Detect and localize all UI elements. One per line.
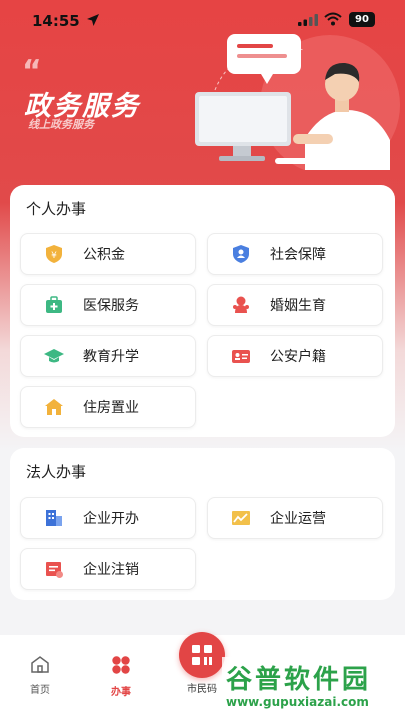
fund-shield-icon: ¥ <box>46 245 62 263</box>
trend-chart-icon <box>232 511 250 525</box>
service-label: 公积金 <box>83 247 125 263</box>
wifi-icon <box>324 12 342 26</box>
tab-affairs[interactable]: 办事 <box>91 655 151 698</box>
clover-grid-icon <box>112 656 130 674</box>
medical-kit-icon <box>46 296 62 313</box>
service-label: 企业开办 <box>83 511 139 527</box>
location-arrow-icon <box>87 14 99 26</box>
service-label: 社会保障 <box>270 247 326 263</box>
service-business-start[interactable]: 企业开办 <box>20 497 196 539</box>
service-medical-insurance[interactable]: 医保服务 <box>20 284 196 326</box>
service-housing[interactable]: 住房置业 <box>20 386 196 428</box>
quote-mark-icon: “ <box>22 54 42 89</box>
tab-home[interactable]: 首页 <box>10 655 70 696</box>
status-time: 14:55 <box>32 12 80 30</box>
service-social-security[interactable]: 社会保障 <box>207 233 383 275</box>
tab-label: 首页 <box>30 685 50 696</box>
service-education[interactable]: 教育升学 <box>20 335 196 377</box>
service-label: 企业注销 <box>83 562 139 578</box>
office-worker-illustration <box>195 34 400 170</box>
watermark-text: 谷普软件园 <box>226 665 372 695</box>
service-public-security[interactable]: 公安户籍 <box>207 335 383 377</box>
home-icon <box>31 656 49 673</box>
service-label: 公安户籍 <box>270 349 326 365</box>
service-label: 企业运营 <box>270 511 326 527</box>
baby-icon <box>233 296 249 313</box>
service-label: 婚姻生育 <box>270 298 326 314</box>
building-icon <box>46 510 62 526</box>
battery-indicator: 90 <box>349 12 375 27</box>
id-card-icon <box>232 350 250 363</box>
watermark-overlay: 谷普软件园 www.gupuxiazai.com <box>222 657 402 717</box>
watermark-url: www.gupuxiazai.com <box>226 695 369 709</box>
service-marriage-birth[interactable]: 婚姻生育 <box>207 284 383 326</box>
tab-label: 办事 <box>111 687 131 698</box>
corporate-affairs-card: 法人办事 企业开办 企业运营 企业注销 <box>10 448 395 600</box>
hero-subtitle: 线上政务服务 <box>28 118 94 131</box>
personal-affairs-title: 个人办事 <box>26 200 87 218</box>
service-label: 教育升学 <box>83 349 139 365</box>
service-label: 医保服务 <box>83 298 139 314</box>
service-business-cancel[interactable]: 企业注销 <box>20 548 196 590</box>
house-icon <box>45 399 63 415</box>
svg-text:¥: ¥ <box>51 251 57 261</box>
citizen-code-button[interactable] <box>179 632 225 678</box>
service-business-operation[interactable]: 企业运营 <box>207 497 383 539</box>
qr-code-icon <box>192 645 212 665</box>
service-housing-fund[interactable]: ¥ 公积金 <box>20 233 196 275</box>
corporate-affairs-title: 法人办事 <box>26 463 87 481</box>
service-label: 住房置业 <box>83 400 139 416</box>
social-security-icon <box>233 245 249 263</box>
cellular-signal-icon <box>298 14 318 26</box>
graduation-cap-icon <box>44 349 64 363</box>
personal-affairs-card: 个人办事 ¥ 公积金 社会保障 医保服务 婚姻生育 教育升学 公安户籍 住房置业 <box>10 185 395 437</box>
cancel-doc-icon <box>46 562 63 578</box>
